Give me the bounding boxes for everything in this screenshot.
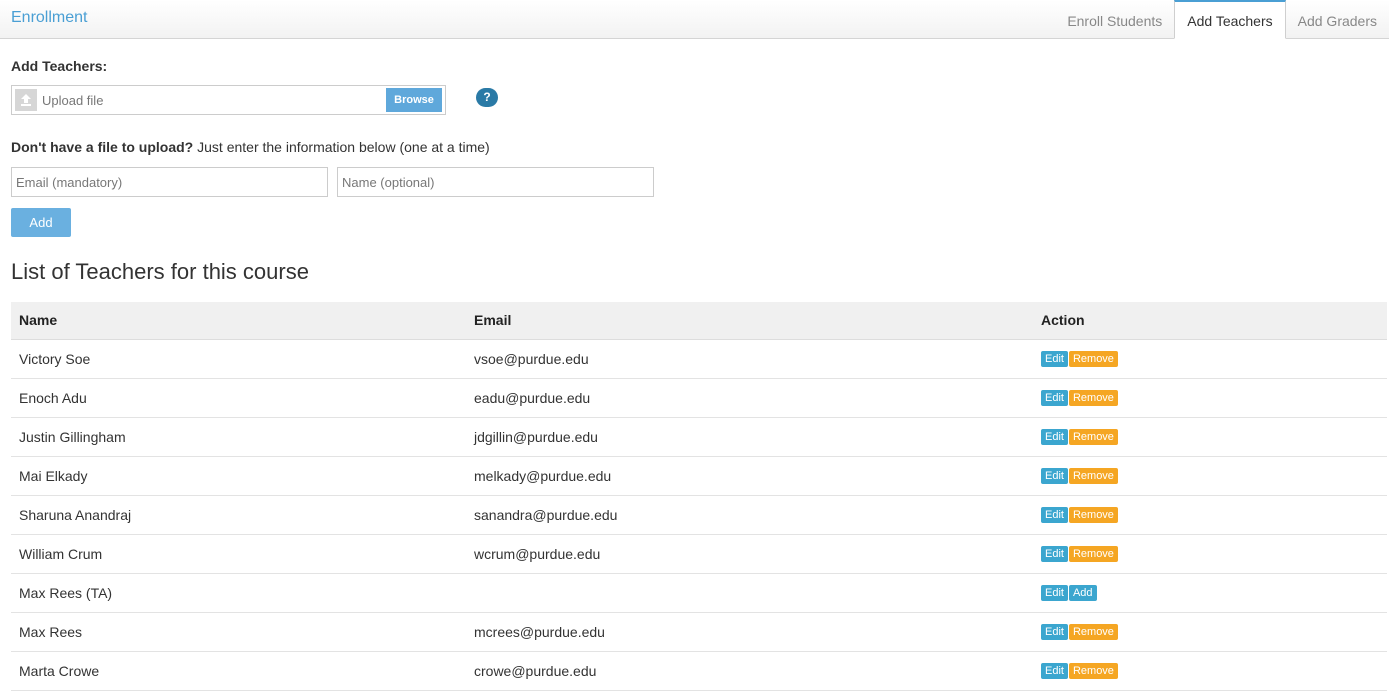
teacher-actions-cell: Edit Remove xyxy=(1033,651,1387,691)
tab-enroll-students[interactable]: Enroll Students xyxy=(1055,0,1174,39)
teacher-actions-cell: Edit Remove xyxy=(1033,417,1387,457)
upload-placeholder: Upload file xyxy=(42,93,104,108)
add-button[interactable]: Add xyxy=(1068,585,1097,602)
edit-button[interactable]: Edit xyxy=(1041,663,1068,680)
table-row: Enoch Adu eadu@purdue.edu Edit Remove xyxy=(11,378,1387,418)
remove-button[interactable]: Remove xyxy=(1068,351,1118,368)
add-teachers-heading: Add Teachers: xyxy=(11,58,108,74)
manual-entry-prompt-text: Just enter the information below (one at… xyxy=(193,139,490,155)
top-navbar: Enrollment Enroll Students Add Teachers … xyxy=(0,0,1389,39)
remove-button[interactable]: Remove xyxy=(1068,624,1118,641)
table-header-row: Name Email Action xyxy=(11,302,1387,340)
teacher-email-cell: wcrum@purdue.edu xyxy=(466,534,1033,574)
teacher-actions-cell: Edit Remove xyxy=(1033,495,1387,535)
teacher-actions-cell: Edit Remove xyxy=(1033,456,1387,496)
column-header-name: Name xyxy=(11,302,466,340)
teacher-email-cell: vsoe@purdue.edu xyxy=(466,339,1033,379)
column-header-email: Email xyxy=(466,302,1033,340)
app-title-link[interactable]: Enrollment xyxy=(11,9,87,27)
teacher-name-cell: Mai Elkady xyxy=(11,456,466,496)
teacher-name-cell: Justin Gillingham xyxy=(11,417,466,457)
edit-button[interactable]: Edit xyxy=(1041,351,1068,368)
table-row: Marta Crowe crowe@purdue.edu Edit Remove xyxy=(11,651,1387,691)
teacher-name-cell: Enoch Adu xyxy=(11,378,466,418)
remove-button[interactable]: Remove xyxy=(1068,390,1118,407)
email-input[interactable] xyxy=(11,167,328,197)
teacher-name-cell: Max Rees (TA) xyxy=(11,573,466,613)
remove-button[interactable]: Remove xyxy=(1068,663,1118,680)
edit-button[interactable]: Edit xyxy=(1041,585,1068,602)
teacher-actions-cell: Edit Add xyxy=(1033,573,1387,613)
edit-button[interactable]: Edit xyxy=(1041,429,1068,446)
question-mark-icon[interactable]: ? xyxy=(476,88,498,107)
enrollment-tabs: Enroll Students Add Teachers Add Graders xyxy=(1055,0,1389,39)
teacher-name-cell: William Crum xyxy=(11,534,466,574)
table-row: Mai Elkady melkady@purdue.edu Edit Remove xyxy=(11,456,1387,496)
table-row: Sharuna Anandraj sanandra@purdue.edu Edit R… xyxy=(11,495,1387,535)
teacher-name-cell: Max Rees xyxy=(11,612,466,652)
teacher-email-cell xyxy=(466,573,1033,613)
teacher-rows: Victory Soe vsoe@purdue.edu Edit Remove Enoc… xyxy=(11,339,1387,691)
table-row: Justin Gillingham jdgillin@purdue.edu Edit… xyxy=(11,417,1387,457)
remove-button[interactable]: Remove xyxy=(1068,429,1118,446)
teachers-table: Name Email Action Victory Soe vsoe@purdue… xyxy=(11,302,1387,691)
teacher-list-title: List of Teachers for this course xyxy=(11,259,309,284)
name-input[interactable] xyxy=(337,167,654,197)
remove-button[interactable]: Remove xyxy=(1068,546,1118,563)
edit-button[interactable]: Edit xyxy=(1041,507,1068,524)
table-row: William Crum wcrum@purdue.edu Edit Remove xyxy=(11,534,1387,574)
remove-button[interactable]: Remove xyxy=(1068,468,1118,485)
file-upload-field[interactable]: Upload file Browse xyxy=(11,85,446,115)
teacher-email-cell: mcrees@purdue.edu xyxy=(466,612,1033,652)
tab-add-teachers[interactable]: Add Teachers xyxy=(1174,0,1286,39)
table-row: Max Rees (TA) Edit Add xyxy=(11,573,1387,613)
upload-arrow-icon xyxy=(15,89,37,111)
teacher-email-cell: sanandra@purdue.edu xyxy=(466,495,1033,535)
teacher-email-cell: jdgillin@purdue.edu xyxy=(466,417,1033,457)
teacher-actions-cell: Edit Remove xyxy=(1033,534,1387,574)
column-header-action: Action xyxy=(1033,302,1387,340)
teacher-email-cell: eadu@purdue.edu xyxy=(466,378,1033,418)
remove-button[interactable]: Remove xyxy=(1068,507,1118,524)
browse-button[interactable]: Browse xyxy=(386,88,442,112)
table-row: Max Rees mcrees@purdue.edu Edit Remove xyxy=(11,612,1387,652)
manual-entry-prompt: Don't have a file to upload? Just enter … xyxy=(11,139,490,155)
add-teacher-button[interactable]: Add xyxy=(11,208,71,237)
teacher-actions-cell: Edit Remove xyxy=(1033,339,1387,379)
manual-entry-prompt-bold: Don't have a file to upload? xyxy=(11,139,194,155)
edit-button[interactable]: Edit xyxy=(1041,390,1068,407)
teacher-actions-cell: Edit Remove xyxy=(1033,378,1387,418)
teacher-name-cell: Sharuna Anandraj xyxy=(11,495,466,535)
edit-button[interactable]: Edit xyxy=(1041,468,1068,485)
teacher-name-cell: Victory Soe xyxy=(11,339,466,379)
teacher-email-cell: crowe@purdue.edu xyxy=(466,651,1033,691)
teacher-name-cell: Marta Crowe xyxy=(11,651,466,691)
edit-button[interactable]: Edit xyxy=(1041,546,1068,563)
teacher-actions-cell: Edit Remove xyxy=(1033,612,1387,652)
table-row: Victory Soe vsoe@purdue.edu Edit Remove xyxy=(11,339,1387,379)
tab-add-graders[interactable]: Add Graders xyxy=(1286,0,1389,39)
teacher-email-cell: melkady@purdue.edu xyxy=(466,456,1033,496)
edit-button[interactable]: Edit xyxy=(1041,624,1068,641)
